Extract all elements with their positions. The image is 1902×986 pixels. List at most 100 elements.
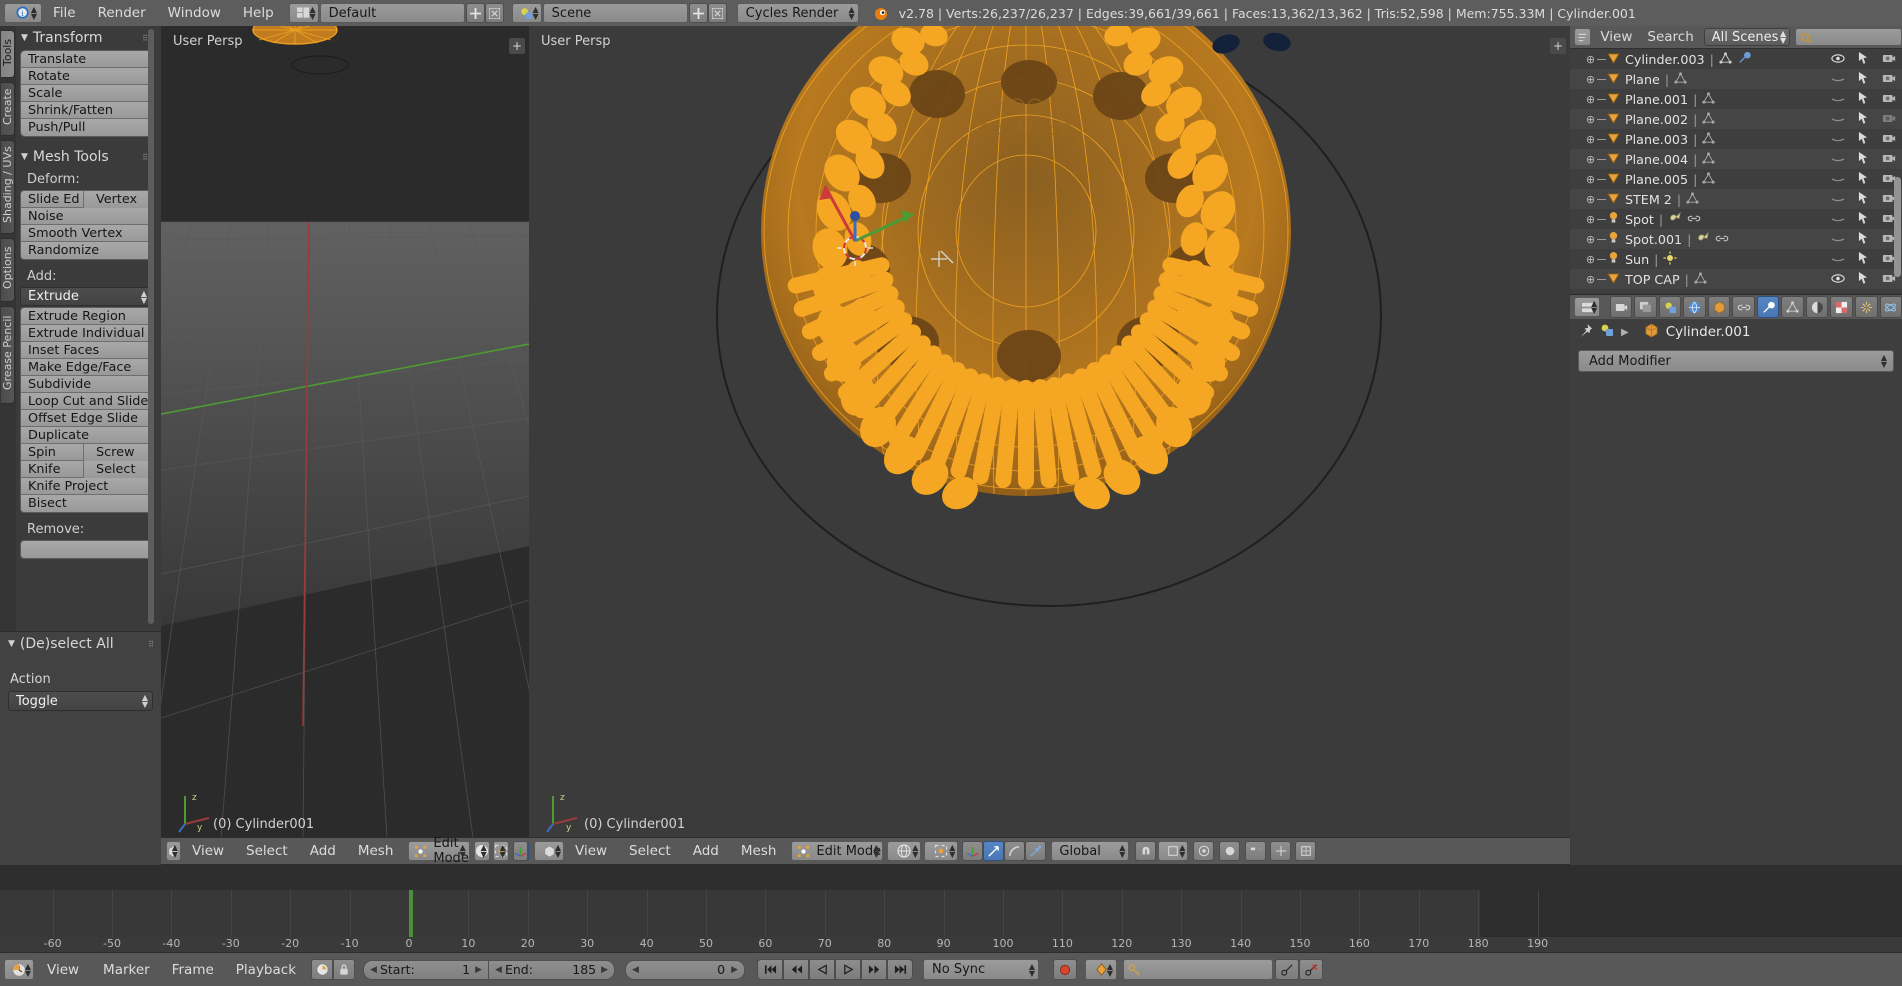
selectable-cursor-icon[interactable] [1858, 171, 1869, 187]
visibility-eye-icon[interactable] [1831, 172, 1845, 187]
menu-window[interactable]: Window [157, 5, 232, 21]
visibility-eye-icon[interactable] [1831, 252, 1845, 267]
rotate-button[interactable]: Rotate [21, 68, 151, 85]
extrude-individual-button[interactable]: Extrude Individual [21, 325, 151, 342]
uv-sync-icon[interactable] [1295, 841, 1317, 861]
extrude-region-button[interactable]: Extrude Region [21, 308, 151, 325]
panel-header-transform[interactable]: ▼ Transform ⠿ [17, 26, 155, 50]
timeline-menu-view[interactable]: View [34, 962, 92, 978]
right-arrow-icon[interactable]: ▶ [731, 965, 738, 975]
scene-plus-icon[interactable] [688, 3, 708, 23]
mesh-data-icon[interactable] [1702, 91, 1715, 107]
translate-button[interactable]: Translate [21, 51, 151, 68]
viewport-right-expand-icon[interactable]: + [1550, 38, 1566, 54]
bone-key-icon[interactable] [1275, 959, 1300, 980]
bisect-button[interactable]: Bisect [21, 495, 151, 512]
expand-icon[interactable]: ⊕ [1584, 53, 1597, 66]
spot-lamp-icon[interactable] [1668, 211, 1682, 227]
selectable-cursor-icon[interactable] [1858, 271, 1869, 287]
timeline-menu-frame[interactable]: Frame [161, 962, 225, 978]
object-icon[interactable] [1707, 296, 1731, 318]
scale-gizmo-icon[interactable] [1025, 841, 1047, 861]
panel-header-deselect-all[interactable]: ▼ (De)select All ⠿ [0, 632, 161, 656]
randomize-button[interactable]: Randomize [21, 242, 151, 259]
offset-edge-slide-button[interactable]: Offset Edge Slide [21, 410, 151, 427]
render-engine-select[interactable]: Cycles Render ▲ ▼ [736, 3, 859, 23]
visibility-eye-icon[interactable] [1831, 192, 1845, 207]
expand-icon[interactable]: ⊕ [1584, 73, 1597, 86]
screw-button[interactable]: Screw [84, 444, 151, 461]
spot-lamp-icon[interactable] [1696, 231, 1710, 247]
end-frame-field[interactable]: ◀ End: 185 ▶ [489, 959, 616, 980]
viewport-right-menu-mesh[interactable]: Mesh [730, 843, 788, 859]
right-arrow-icon[interactable]: ▶ [475, 965, 482, 975]
right-arrow-icon[interactable]: ▶ [601, 965, 608, 975]
expand-icon[interactable]: ⊕ [1584, 173, 1597, 186]
x-icon[interactable] [484, 3, 504, 23]
current-frame-field[interactable]: ◀ 0 ▶ [625, 959, 746, 980]
viewport-right-menu-view[interactable]: View [564, 843, 618, 859]
slide-edge-button[interactable]: Slide Ed [21, 191, 84, 208]
selectable-cursor-icon[interactable] [1858, 131, 1869, 147]
timeline-editor[interactable]: -60 -50 -40 -30 -20 -10 0 10 20 30 40 50 60 70 80 90 100… [0, 890, 1902, 952]
play-icon[interactable] [835, 959, 862, 980]
list-item[interactable]: ⊕ Plane.002 | [1570, 109, 1902, 129]
render-camera-icon[interactable] [1882, 112, 1896, 127]
vertex-slide-button[interactable]: Vertex [84, 191, 151, 208]
manipulator-icon[interactable] [512, 841, 528, 861]
left-arrow-icon[interactable]: ◀ [495, 965, 502, 975]
texture-icon[interactable] [1830, 296, 1853, 318]
outliner-menu-view[interactable]: View [1591, 29, 1641, 45]
expand-icon[interactable]: ⊕ [1584, 273, 1597, 286]
mesh-data-icon[interactable] [1694, 271, 1707, 287]
remove-first-button[interactable] [21, 541, 151, 558]
knife-project-button[interactable]: Knife Project [21, 478, 151, 495]
selectable-cursor-icon[interactable] [1858, 251, 1869, 267]
sun-lamp-icon[interactable] [1663, 250, 1677, 268]
list-item[interactable]: ⊕ STEM 2 | [1570, 189, 1902, 209]
viewport-left-menu-add[interactable]: Add [299, 843, 347, 859]
outliner-search-input[interactable] [1795, 28, 1902, 46]
object-data-icon[interactable] [1781, 296, 1804, 318]
manipulator-icon[interactable] [962, 841, 984, 861]
keying-set-field[interactable] [1123, 959, 1274, 980]
step-back-icon[interactable] [783, 959, 810, 980]
world-icon[interactable] [1683, 296, 1706, 318]
wrench-modifier-icon[interactable] [1738, 51, 1751, 67]
expand-icon[interactable]: ⊕ [1584, 153, 1597, 166]
sidebar-item-shading-uvs[interactable]: Shading / UVs [1, 140, 15, 234]
snap-magnet-icon[interactable] [1135, 841, 1157, 861]
left-arrow-icon[interactable]: ◀ [632, 965, 639, 975]
sync-mode-select[interactable]: No Sync ▲ ▼ [923, 959, 1040, 980]
visibility-eye-icon[interactable] [1831, 232, 1845, 247]
render-camera-icon[interactable] [1882, 92, 1896, 107]
physics-icon[interactable] [1879, 296, 1902, 318]
select-button[interactable]: Select [84, 461, 151, 478]
mesh-data-icon[interactable] [1686, 191, 1699, 207]
list-item[interactable]: ⊕ TOP CAP | [1570, 269, 1902, 289]
screen-layout-icon[interactable]: ▲ ▼ [288, 3, 319, 23]
pivot-median-icon[interactable]: ▲ ▼ [924, 841, 959, 861]
scene-icon[interactable]: ▲ ▼ [511, 3, 542, 23]
selectable-cursor-icon[interactable] [1858, 51, 1869, 67]
viewport-right-menu-add[interactable]: Add [682, 843, 730, 859]
visibility-eye-icon[interactable] [1831, 212, 1845, 227]
scene-field[interactable]: Scene [542, 3, 688, 23]
selectable-cursor-icon[interactable] [1858, 91, 1869, 107]
scene-icon[interactable] [1658, 296, 1682, 318]
material-icon[interactable] [1805, 296, 1829, 318]
selectable-cursor-icon[interactable] [1858, 191, 1869, 207]
list-item[interactable]: ⊕ Spot | [1570, 209, 1902, 229]
list-item[interactable]: ⊕ Plane.003 | [1570, 129, 1902, 149]
scene-icon[interactable] [1600, 323, 1614, 341]
constraints-icon[interactable] [1732, 296, 1755, 318]
limit-selection-icon[interactable] [1270, 841, 1292, 861]
viewport-left-menu-mesh[interactable]: Mesh [347, 843, 405, 859]
editor-type-icon[interactable]: ▲ ▼ [166, 841, 181, 861]
expand-icon[interactable]: ⊕ [1584, 233, 1597, 246]
particles-icon[interactable] [1855, 296, 1878, 318]
outliner-scrollbar[interactable] [1894, 177, 1901, 277]
scale-button[interactable]: Scale [21, 85, 151, 102]
menu-render[interactable]: Render [87, 5, 157, 21]
expand-icon[interactable]: ⊕ [1584, 133, 1597, 146]
